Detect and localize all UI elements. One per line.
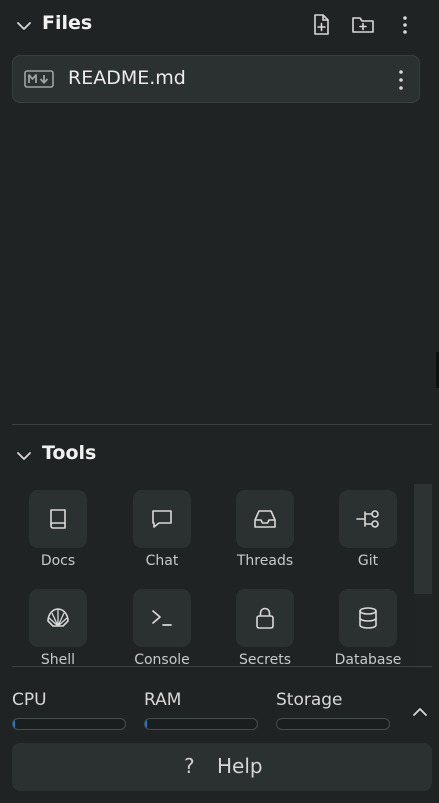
files-menu-button[interactable] <box>392 12 418 38</box>
resource-cpu: CPU <box>12 690 126 730</box>
file-name: README.md <box>68 67 186 89</box>
git-branch-icon <box>356 510 379 528</box>
cpu-usage-bar <box>12 718 126 730</box>
tool-chat[interactable]: Chat <box>117 484 207 584</box>
inbox-icon <box>254 510 276 528</box>
file-plus-icon <box>314 14 329 35</box>
tool-label: Shell <box>40 652 76 666</box>
tool-label: Docs <box>40 553 76 569</box>
resource-storage: Storage <box>276 690 390 730</box>
tools-title: Tools <box>42 442 97 464</box>
ram-label: RAM <box>144 690 182 710</box>
tool-git[interactable]: Git <box>323 484 412 584</box>
resource-ram: RAM <box>144 690 258 730</box>
cpu-label: CPU <box>12 690 47 710</box>
section-divider <box>12 424 432 425</box>
section-divider <box>12 666 432 667</box>
help-label: Help <box>217 754 263 778</box>
tool-docs[interactable]: Docs <box>13 484 103 584</box>
new-folder-button[interactable] <box>350 12 376 38</box>
storage-usage-bar <box>276 718 390 730</box>
lock-icon <box>256 607 274 629</box>
more-vertical-icon <box>403 16 407 34</box>
chat-bubble-icon <box>152 510 172 528</box>
tool-shell[interactable]: Shell <box>13 583 103 666</box>
tool-database[interactable]: Database <box>323 583 412 666</box>
tool-threads[interactable]: Threads <box>220 484 310 584</box>
file-menu-button[interactable] <box>389 67 413 93</box>
ram-usage-fill <box>145 719 148 729</box>
tool-label: Console <box>134 652 190 666</box>
database-icon <box>359 607 377 629</box>
storage-label: Storage <box>276 690 343 710</box>
tools-scrollbar-thumb[interactable] <box>414 484 432 594</box>
question-mark-icon: ? <box>184 754 195 778</box>
files-header: Files <box>0 0 439 50</box>
tool-label: Secrets <box>238 652 292 666</box>
tool-secrets[interactable]: Secrets <box>220 583 310 666</box>
tool-label: Git <box>357 553 379 569</box>
folder-plus-icon <box>352 17 374 33</box>
tool-label: Chat <box>145 553 179 569</box>
tool-label: Threads <box>236 553 294 569</box>
more-vertical-icon <box>399 70 403 90</box>
tool-console[interactable]: Console <box>117 583 207 666</box>
terminal-icon <box>152 610 172 626</box>
new-file-button[interactable] <box>308 12 334 38</box>
chevron-down-icon[interactable] <box>14 446 34 466</box>
files-title: Files <box>42 12 93 34</box>
chevron-down-icon[interactable] <box>14 16 34 36</box>
ram-usage-bar <box>144 718 258 730</box>
resources-expand-button[interactable] <box>408 700 432 724</box>
tools-header: Tools <box>0 432 439 478</box>
file-item[interactable]: README.md <box>12 55 420 103</box>
tool-label: Database <box>334 652 402 666</box>
tools-grid: Docs Chat Threads Git Shell Console Secr… <box>0 484 412 666</box>
markdown-icon <box>24 70 54 88</box>
cpu-usage-fill <box>13 719 16 729</box>
chevron-up-icon <box>413 708 427 716</box>
help-button[interactable]: ? Help <box>12 743 432 791</box>
book-icon <box>50 509 66 529</box>
shell-icon <box>47 608 69 627</box>
